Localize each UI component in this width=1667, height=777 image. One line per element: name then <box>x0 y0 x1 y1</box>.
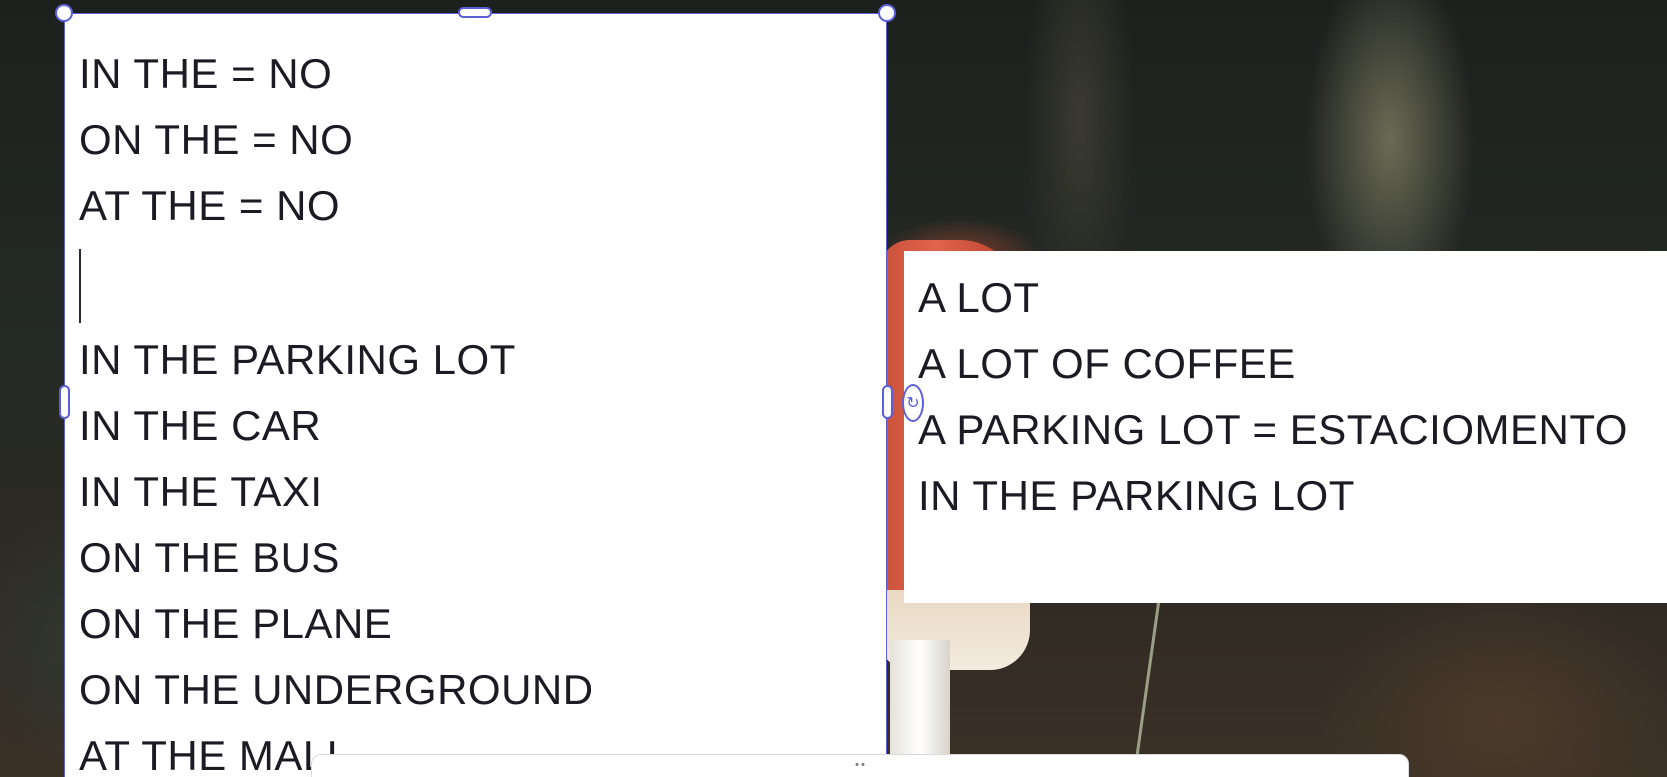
text-line[interactable]: IN THE PARKING LOT <box>79 327 886 393</box>
right-text-box[interactable]: A LOT A LOT OF COFFEE A PARKING LOT = ES… <box>904 251 1667 603</box>
text-line[interactable]: IN THE CAR <box>79 393 886 459</box>
text-line[interactable]: ON THE = NO <box>79 107 886 173</box>
bottom-toolbar[interactable] <box>311 754 1409 777</box>
text-line[interactable]: A PARKING LOT = ESTACIOMENTO <box>918 397 1667 463</box>
resize-handle-top-left[interactable] <box>55 4 73 22</box>
resize-handle-top-right[interactable] <box>878 4 896 22</box>
text-line[interactable]: A LOT OF COFFEE <box>918 331 1667 397</box>
text-line[interactable]: AT THE = NO <box>79 173 886 239</box>
text-line[interactable]: ON THE BUS <box>79 525 886 591</box>
grass-stalk-image <box>1132 600 1161 777</box>
rotate-icon[interactable]: ↻ <box>902 384 924 422</box>
text-line[interactable]: A LOT <box>918 265 1667 331</box>
resize-handle-top[interactable] <box>458 7 492 18</box>
text-line[interactable]: IN THE TAXI <box>79 459 886 525</box>
text-line[interactable]: IN THE = NO <box>79 41 886 107</box>
resize-handle-left[interactable] <box>59 385 70 419</box>
empty-line-with-cursor[interactable] <box>79 239 886 327</box>
text-cursor <box>79 249 81 323</box>
drag-grip-icon[interactable] <box>855 763 865 766</box>
text-line[interactable]: ON THE PLANE <box>79 591 886 657</box>
text-line[interactable]: IN THE PARKING LOT <box>918 463 1667 529</box>
resize-handle-right[interactable] <box>882 385 893 419</box>
text-line[interactable]: ON THE UNDERGROUND <box>79 657 886 723</box>
design-canvas[interactable]: IN THE = NO ON THE = NO AT THE = NO IN T… <box>0 0 1667 777</box>
left-text-box[interactable]: IN THE = NO ON THE = NO AT THE = NO IN T… <box>64 13 887 777</box>
